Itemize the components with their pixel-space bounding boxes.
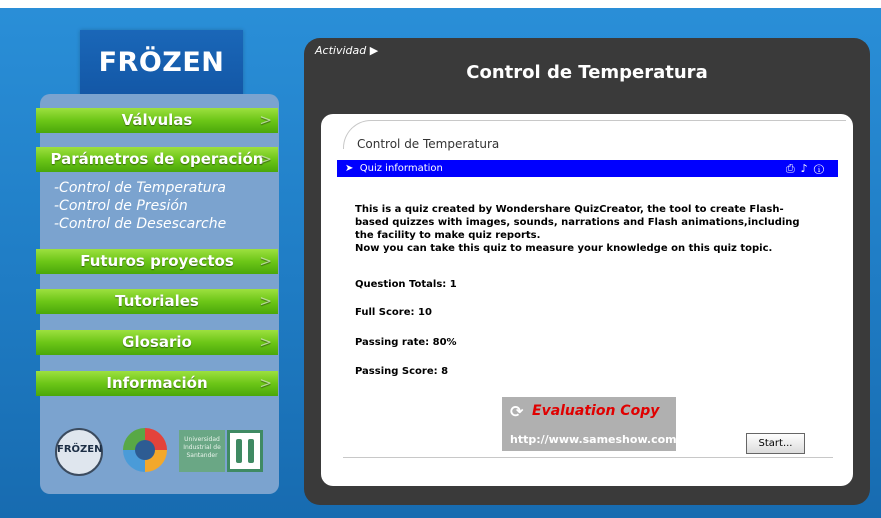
evaluation-title: Evaluation Copy xyxy=(532,403,660,419)
chevron-right-icon: > xyxy=(259,252,272,270)
menu-item-tutoriales[interactable]: Tutoriales > xyxy=(36,289,278,314)
chevron-right-icon: > xyxy=(259,111,272,129)
menu-item-label: Glosario xyxy=(122,333,192,351)
menu-item-label: Información xyxy=(106,374,208,392)
chevron-right-icon: > xyxy=(259,333,272,351)
menu-item-label: Tutoriales xyxy=(115,292,199,310)
quiz-intro: This is a quiz created by Wondershare Qu… xyxy=(355,204,800,254)
submenu-item-temperatura[interactable]: -Control de Temperatura xyxy=(54,179,226,197)
app-logo: FRÖZEN xyxy=(80,30,243,96)
divider xyxy=(343,457,833,458)
start-button[interactable]: Start... xyxy=(746,433,805,454)
menu-item-glosario[interactable]: Glosario > xyxy=(36,330,278,355)
submenu: -Control de Temperatura -Control de Pres… xyxy=(54,179,226,233)
passing-score: Passing Score: 8 xyxy=(355,366,449,377)
chevron-right-icon: > xyxy=(259,150,272,168)
evaluation-copy-banner: ⟳ Evaluation Copy http://www.sameshow.co… xyxy=(502,397,677,451)
frozen-badge: FRÖZEN xyxy=(55,428,103,476)
quiz-info-label: Quiz information xyxy=(359,163,443,174)
chevron-right-icon: > xyxy=(259,374,272,392)
menu-item-informacion[interactable]: Información > xyxy=(36,371,278,396)
menu-item-label: Futuros proyectos xyxy=(80,252,234,270)
menu-item-parametros[interactable]: Parámetros de operación > xyxy=(36,147,278,172)
evaluation-url[interactable]: http://www.sameshow.com xyxy=(510,433,677,446)
full-score: Full Score: 10 xyxy=(355,307,432,318)
submenu-item-presion[interactable]: -Control de Presión xyxy=(54,197,226,215)
breadcrumb[interactable]: Actividad ▶ xyxy=(315,44,378,57)
menu-item-futuros[interactable]: Futuros proyectos > xyxy=(36,249,278,274)
page-title: Control de Temperatura xyxy=(466,62,708,83)
uis-logo xyxy=(227,430,263,472)
print-icon[interactable]: ⎙ xyxy=(786,162,801,175)
menu-item-label: Parámetros de operación xyxy=(50,150,264,168)
quiz-info-bar: ➤ Quiz information ⎙♪ⓘ xyxy=(337,160,838,177)
passing-rate: Passing rate: 80% xyxy=(355,337,457,348)
sameshow-logo-icon: ⟳ xyxy=(510,402,524,421)
top-strip xyxy=(0,0,881,8)
info-icon[interactable]: ⓘ xyxy=(814,162,830,175)
ingenieria-mecanica-logo xyxy=(123,428,167,472)
footer-badges: FRÖZEN Universidad Industrial de Santand… xyxy=(55,426,275,478)
bar-arrow-icon: ➤ xyxy=(345,163,357,174)
speaker-icon[interactable]: ♪ xyxy=(801,162,814,175)
menu-item-label: Válvulas xyxy=(121,111,193,129)
quiz-panel-title: Control de Temperatura xyxy=(357,137,500,151)
submenu-item-desescarche[interactable]: -Control de Desescarche xyxy=(54,215,226,233)
menu-item-valvulas[interactable]: Válvulas > xyxy=(36,108,278,133)
chevron-right-icon: > xyxy=(259,292,272,310)
university-logo: Universidad Industrial de Santander xyxy=(179,430,225,472)
question-totals: Question Totals: 1 xyxy=(355,279,457,290)
